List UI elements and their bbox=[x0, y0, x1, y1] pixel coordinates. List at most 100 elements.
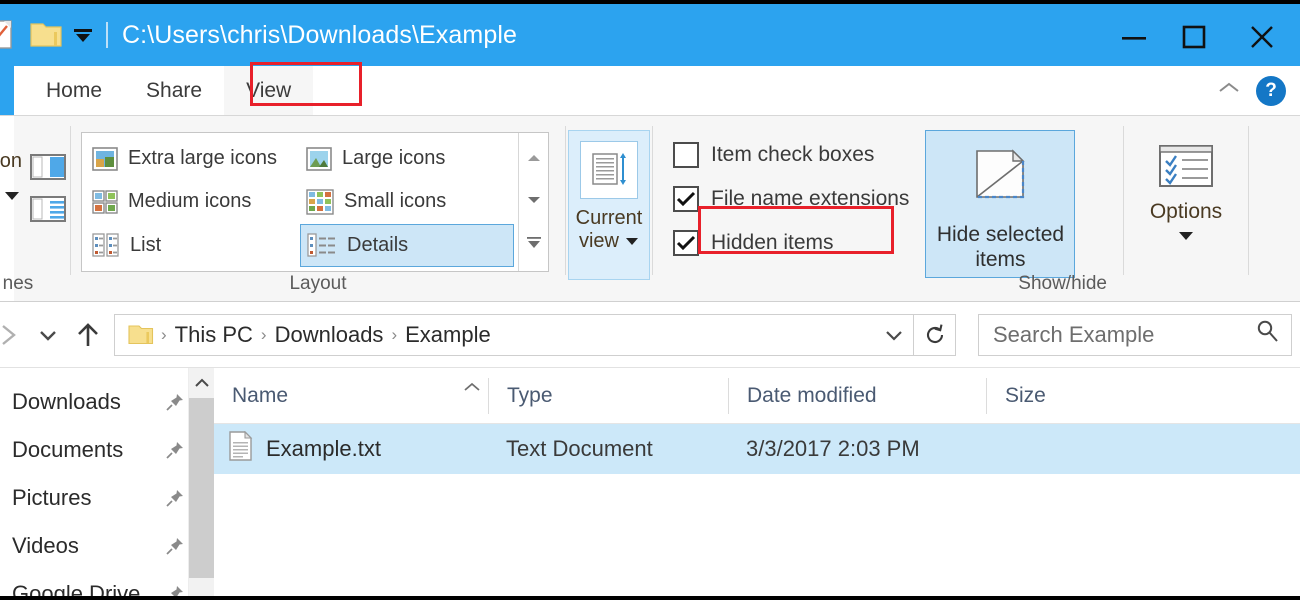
options-icon bbox=[1159, 145, 1213, 187]
sort-ascending-icon bbox=[462, 380, 482, 397]
scrollbar-thumb[interactable] bbox=[188, 398, 215, 578]
breadcrumb-item-downloads[interactable]: Downloads bbox=[269, 322, 390, 348]
checkbox-file-name-extensions[interactable]: File name extensions bbox=[667, 180, 915, 218]
nav-item-google-drive[interactable]: Google Drive bbox=[0, 570, 188, 596]
layout-option-medium-icons[interactable]: Medium icons bbox=[86, 180, 300, 223]
tab-share[interactable]: Share bbox=[124, 66, 224, 115]
folder-icon[interactable] bbox=[28, 18, 64, 52]
minimize-button[interactable] bbox=[1104, 4, 1164, 70]
hide-selected-items-button[interactable]: Hide selected items bbox=[925, 130, 1076, 278]
breadcrumb-bar[interactable]: › This PC › Downloads › Example bbox=[114, 313, 914, 356]
nav-item-videos[interactable]: Videos bbox=[0, 522, 188, 570]
current-view-button[interactable]: Current view bbox=[568, 130, 650, 280]
caret-down-icon bbox=[5, 192, 19, 200]
hide-selected-items-icon bbox=[976, 149, 1026, 199]
breadcrumb: › This PC › Downloads › Example bbox=[125, 322, 877, 348]
navigation-pane-scrollbar[interactable] bbox=[188, 368, 215, 596]
pin-icon[interactable] bbox=[162, 440, 188, 460]
caret-down-icon[interactable] bbox=[1178, 228, 1194, 246]
checkbox-box[interactable] bbox=[673, 230, 699, 256]
breadcrumb-item-this-pc[interactable]: This PC bbox=[169, 322, 259, 348]
column-header-date-modified[interactable]: Date modified bbox=[728, 377, 986, 414]
large-icons-icon bbox=[306, 146, 332, 171]
preview-pane-icon[interactable] bbox=[30, 154, 66, 180]
ribbon-tab-strip: Home Share View ? bbox=[0, 66, 1300, 116]
nav-item-documents[interactable]: Documents bbox=[0, 426, 188, 474]
checkmark-icon bbox=[676, 235, 696, 251]
column-header-size[interactable]: Size bbox=[986, 377, 1106, 414]
show-hide-body: Item check boxes File name extensions Hi… bbox=[653, 124, 1123, 278]
ribbon-group-options: Options bbox=[1124, 116, 1248, 301]
pin-icon[interactable] bbox=[162, 584, 188, 596]
small-icons-icon bbox=[306, 189, 334, 215]
table-row[interactable]: Example.txt Text Document 3/3/2017 2:03 … bbox=[214, 424, 1300, 474]
ribbon-group-layout-label: Layout bbox=[289, 273, 347, 294]
search-icon[interactable] bbox=[1255, 319, 1281, 350]
checkbox-box[interactable] bbox=[673, 186, 699, 212]
layout-option-label: List bbox=[130, 233, 162, 256]
layout-option-extra-large-icons[interactable]: Extra large icons bbox=[86, 137, 300, 180]
pin-icon[interactable] bbox=[162, 488, 188, 508]
window-title: C:\Users\chris\Downloads\Example bbox=[122, 20, 517, 49]
breadcrumb-separator[interactable]: › bbox=[389, 325, 399, 345]
checkbox-box[interactable] bbox=[673, 142, 699, 168]
chevron-up-icon[interactable] bbox=[1216, 80, 1242, 101]
customize-quick-access-chevron-icon[interactable] bbox=[66, 18, 100, 52]
forward-button[interactable] bbox=[0, 315, 28, 355]
gallery-scroll-up-button[interactable] bbox=[526, 151, 542, 166]
column-header-label: Name bbox=[232, 383, 289, 407]
breadcrumb-separator: › bbox=[161, 324, 167, 344]
layout-option-large-icons[interactable]: Large icons bbox=[300, 137, 514, 180]
text-document-icon bbox=[228, 431, 254, 467]
recent-locations-button[interactable] bbox=[28, 315, 68, 355]
column-header-label: Type bbox=[507, 383, 553, 407]
layout-option-label: Medium icons bbox=[128, 190, 252, 213]
layout-option-list[interactable]: List bbox=[86, 224, 300, 267]
pin-icon[interactable] bbox=[162, 536, 188, 556]
medium-icons-icon bbox=[92, 190, 118, 214]
options-button[interactable]: Options bbox=[1130, 142, 1242, 246]
maximize-button[interactable] bbox=[1164, 4, 1224, 70]
scroll-up-arrow-icon[interactable] bbox=[189, 368, 215, 398]
ribbon-group-panes-label: nes bbox=[2, 273, 34, 294]
nav-item-downloads[interactable]: Downloads bbox=[0, 378, 188, 426]
address-history-chevron-icon[interactable] bbox=[877, 315, 911, 355]
checkbox-item-check-boxes[interactable]: Item check boxes bbox=[667, 136, 915, 174]
checkbox-hidden-items[interactable]: Hidden items bbox=[667, 224, 915, 262]
layout-option-details[interactable]: Details bbox=[300, 223, 514, 267]
gallery-expand-button[interactable] bbox=[525, 236, 543, 253]
edit-icon[interactable] bbox=[0, 18, 16, 52]
current-view-label-wrap: Current view bbox=[576, 207, 643, 253]
show-hide-checkboxes: Item check boxes File name extensions Hi… bbox=[653, 124, 915, 262]
file-name-cell[interactable]: Example.txt bbox=[214, 431, 488, 467]
gallery-scroll-down-button[interactable] bbox=[526, 193, 542, 208]
breadcrumb-separator[interactable]: › bbox=[259, 325, 269, 345]
tab-home[interactable]: Home bbox=[14, 66, 124, 115]
up-button[interactable] bbox=[68, 315, 108, 355]
current-view-icon bbox=[580, 141, 638, 199]
file-date-modified-cell: 3/3/2017 2:03 PM bbox=[728, 436, 986, 462]
tab-view[interactable]: View bbox=[224, 66, 314, 115]
column-header-type[interactable]: Type bbox=[488, 377, 728, 414]
layout-option-small-icons[interactable]: Small icons bbox=[300, 180, 514, 223]
layout-option-label: Extra large icons bbox=[128, 147, 277, 170]
refresh-button[interactable] bbox=[914, 313, 956, 356]
breadcrumb-item-example[interactable]: Example bbox=[399, 322, 497, 348]
layout-option-label: Details bbox=[347, 233, 409, 256]
column-header-name[interactable]: Name bbox=[214, 378, 488, 414]
details-pane-icon[interactable] bbox=[30, 196, 66, 222]
title-bar: C:\Users\chris\Downloads\Example bbox=[0, 0, 1300, 66]
refresh-icon bbox=[926, 323, 943, 343]
checkbox-label: Hidden items bbox=[711, 231, 834, 254]
nav-item-pictures[interactable]: Pictures bbox=[0, 474, 188, 522]
breadcrumb-folder-icon[interactable] bbox=[125, 323, 159, 347]
navigation-pane-button[interactable]: ion bbox=[0, 124, 22, 201]
pin-icon[interactable] bbox=[162, 392, 188, 412]
ribbon-group-panes: ion bbox=[0, 116, 70, 301]
search-box[interactable]: Search Example bbox=[978, 313, 1292, 356]
close-button[interactable] bbox=[1224, 4, 1300, 70]
layout-gallery-scrollbar bbox=[518, 133, 548, 271]
help-button[interactable]: ? bbox=[1256, 75, 1286, 106]
search-input[interactable]: Search Example bbox=[993, 322, 1255, 348]
tab-share-label: Share bbox=[146, 78, 203, 102]
